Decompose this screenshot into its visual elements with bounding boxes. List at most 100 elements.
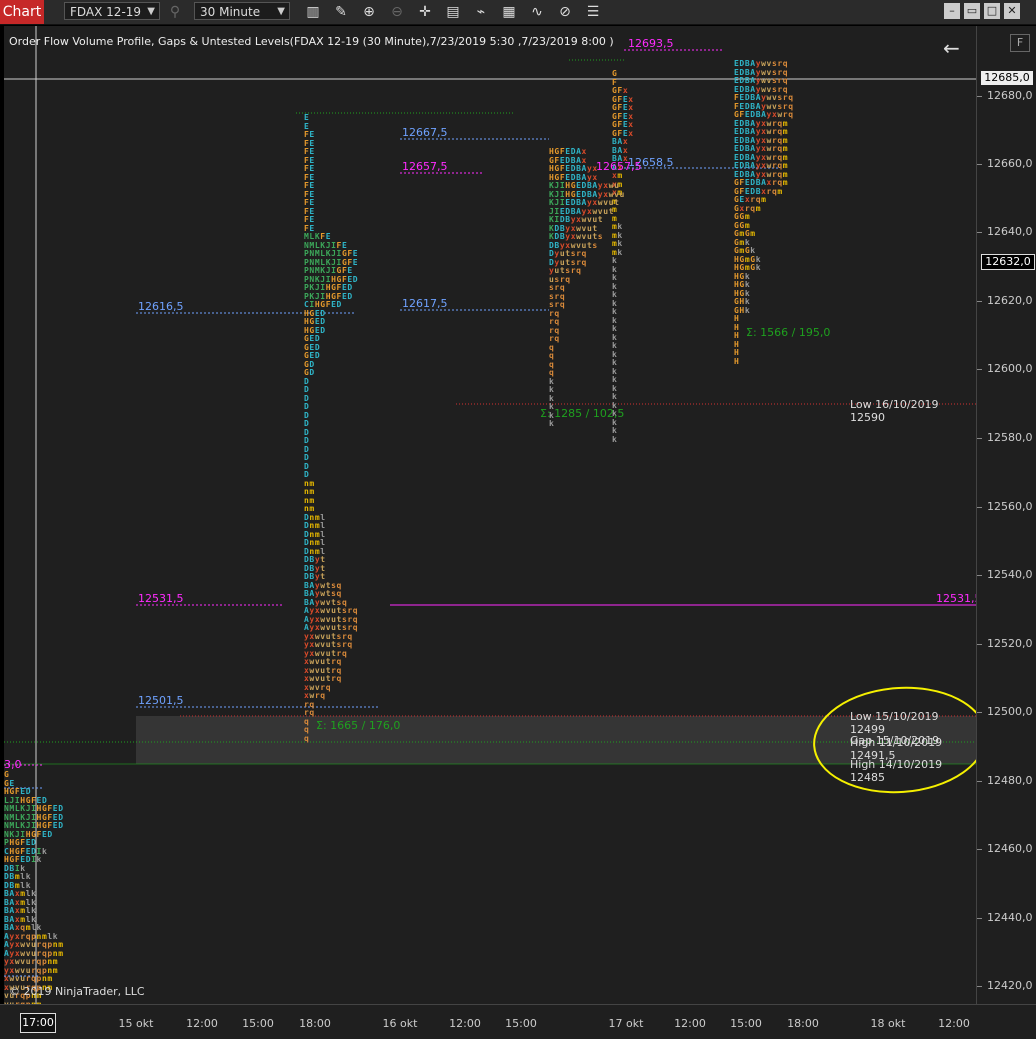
time-tick: 12:00 (938, 1017, 970, 1030)
restore-button[interactable]: ▭ (964, 3, 980, 19)
strategies-icon[interactable]: ▦ (500, 3, 518, 21)
price-tick: 12600,0 (977, 362, 1033, 375)
crosshair-icon[interactable]: ✛ (416, 3, 434, 21)
tpo-row: q (549, 342, 554, 352)
tpo-profile: E E FE FE FE FE FE FE FE FE FE FE FE FE MLKFE NMLKJIFE P… (304, 114, 358, 743)
level-label: 12667,5 (402, 126, 448, 139)
zoom-out-icon[interactable]: ⊖ (388, 3, 406, 21)
tpo-row: q (304, 733, 309, 743)
tpo-row: D (304, 444, 309, 454)
data-box-icon[interactable]: ▤ (444, 3, 462, 21)
pencil-icon[interactable]: ✎ (332, 3, 350, 21)
price-tick: 12460,0 (977, 842, 1033, 855)
indicators-icon[interactable]: ⌁ (472, 3, 490, 21)
price-tick: 12660,0 (977, 157, 1033, 170)
chart-tab[interactable]: Chart (0, 0, 44, 24)
tpo-row: k (612, 434, 617, 444)
tpo-row: k (549, 393, 554, 403)
gap-label: Low 16/10/2019 12590 (850, 398, 939, 424)
price-tick: 12640,0 (977, 225, 1033, 238)
price-axis[interactable]: 12685,0 12632,0 12680,0 12660,0 12640,0 126… (976, 26, 1036, 1004)
time-tick: 18:00 (299, 1017, 331, 1030)
minimize-button[interactable]: – (944, 3, 960, 19)
tpo-row: D (304, 410, 309, 420)
alerts-icon[interactable]: ⊘ (556, 3, 574, 21)
price-tick: 12480,0 (977, 774, 1033, 787)
search-icon[interactable]: ⚲ (166, 3, 184, 21)
profile-sum: Σ: 1566 / 195,0 (746, 326, 831, 339)
gap-label: Low 15/10/2019 12499 (850, 710, 939, 736)
tpo-row: srq (549, 300, 565, 309)
tpo-row: q (549, 359, 554, 369)
close-button[interactable]: ✕ (1004, 3, 1020, 19)
chart-canvas (4, 26, 976, 1004)
price-tick: 12540,0 (977, 568, 1033, 581)
time-tick: 12:00 (449, 1017, 481, 1030)
tpo-row: D (304, 393, 309, 403)
price-tick: 12500,0 (977, 705, 1033, 718)
tpo-row: k (549, 376, 554, 386)
time-tick: 15:00 (242, 1017, 274, 1030)
tpo-row: D (304, 453, 309, 462)
time-tick: 15:00 (730, 1017, 762, 1030)
time-tick: 15:00 (505, 1017, 537, 1030)
tpo-row: D (304, 427, 309, 437)
level-label: 12657,5 (402, 160, 448, 173)
instrument-selector[interactable]: FDAX 12-19 ▼ (64, 2, 160, 20)
time-axis[interactable]: 17:00 15 okt 12:00 15:00 18:00 16 okt 12:00 15… (0, 1004, 1036, 1039)
level-label: 3,0 (4, 758, 22, 771)
time-tick: 15 okt (118, 1017, 154, 1030)
tpo-row: D (304, 376, 309, 386)
tpo-row: H (734, 339, 739, 349)
properties-icon[interactable]: ∿ (528, 3, 546, 21)
bar-chart-icon[interactable]: ▥ (304, 3, 322, 21)
tpo-row: E (304, 113, 309, 122)
tpo-row: D (304, 436, 309, 445)
list-icon[interactable]: ☰ (584, 3, 602, 21)
maximize-button[interactable]: □ (984, 3, 1000, 19)
copyright: © 2019 NinjaTrader, LLC (9, 985, 145, 998)
interval-selector[interactable]: 30 Minute ▼ (194, 2, 290, 20)
level-label: 12693,5 (628, 37, 674, 50)
level-label: 12531,5 (138, 592, 184, 605)
chart-panel[interactable]: G F GFx GFEx GFEx GFEx GFEx GFEx BAx BAx BAx Ax xm xm… (4, 26, 976, 1004)
time-tick: 17 okt (608, 1017, 644, 1030)
price-tick: 12520,0 (977, 637, 1033, 650)
tpo-row: rq (549, 317, 559, 326)
tpo-row: rq (549, 308, 559, 318)
panel-label[interactable]: F (1010, 34, 1030, 52)
time-tick: 18:00 (787, 1017, 819, 1030)
tpo-row: q (549, 368, 554, 377)
price-tick: 12620,0 (977, 294, 1033, 307)
tpo-row: rq (549, 334, 559, 343)
profile-sum: Σ: 1665 / 176,0 (316, 719, 401, 732)
chevron-down-icon: ▼ (147, 6, 155, 17)
tpo-row: D (304, 419, 309, 428)
time-tick: 18 okt (870, 1017, 906, 1030)
left-arrow-icon[interactable]: ← (943, 36, 960, 60)
toolbar: Chart FDAX 12-19 ▼ ⚲ 30 Minute ▼ ▥ ✎ ⊕ ⊖… (0, 0, 1036, 25)
level-label: 12657,5 (596, 160, 642, 173)
gap-label: High 14/10/2019 12485 (850, 758, 943, 784)
tpo-profile: HGFEDAx GFEDBAx HGFEDBAyx HGFEDBAyx KJIHGEDB… (549, 148, 625, 429)
tpo-row: H (734, 348, 739, 357)
tpo-profile: G GE HGFED LJIHGFED NMLKJIHGFED NMLKJIHGFED NM… (4, 771, 64, 1005)
crosshair-time-box: 17:00 (20, 1013, 56, 1033)
price-tick: 12580,0 (977, 431, 1033, 444)
current-price-box: 12685,0 (981, 71, 1033, 85)
tpo-row: D (304, 385, 309, 394)
instrument-value: FDAX 12-19 (70, 5, 142, 19)
level-label: 12617,5 (402, 297, 448, 310)
tpo-row: D (304, 402, 309, 411)
price-tick: 12560,0 (977, 500, 1033, 513)
crosshair-price-box: 12632,0 (981, 254, 1035, 270)
tpo-row: q (549, 351, 554, 360)
level-label: 12531,5 (936, 592, 976, 605)
tpo-row: D (304, 461, 309, 471)
level-label: 12501,5 (138, 694, 184, 707)
price-tick: 12420,0 (977, 979, 1033, 992)
tpo-row: k (549, 419, 554, 428)
profile-sum: Σ: 1285 / 102,5 (540, 407, 625, 420)
zoom-in-icon[interactable]: ⊕ (360, 3, 378, 21)
tpo-row: H (734, 356, 739, 366)
